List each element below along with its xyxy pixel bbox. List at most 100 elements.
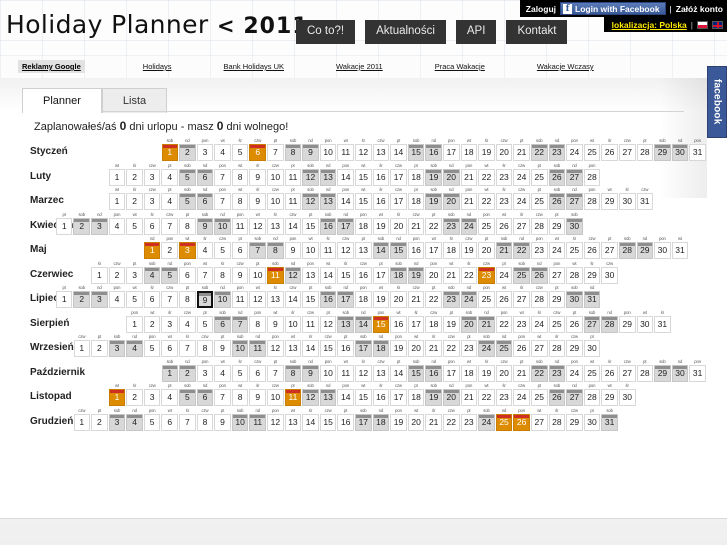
day-number[interactable]: 11 bbox=[284, 389, 302, 406]
day-number[interactable]: 14 bbox=[284, 217, 302, 235]
day-number[interactable]: 7 bbox=[161, 217, 179, 235]
day-cell[interactable]: wt 29 bbox=[601, 187, 619, 210]
day-number[interactable]: 8 bbox=[231, 193, 249, 210]
day-cell[interactable]: sob 12 bbox=[302, 187, 320, 210]
prev-year-arrow[interactable]: < bbox=[217, 14, 235, 38]
nav-co-to[interactable]: Co to?! bbox=[296, 20, 356, 44]
day-number[interactable]: 6 bbox=[249, 364, 267, 382]
day-cell[interactable]: wt 29 bbox=[601, 383, 619, 406]
day-cell[interactable]: czw 8 bbox=[196, 334, 214, 357]
day-cell[interactable]: pon 14 bbox=[337, 187, 355, 210]
day-cell[interactable]: nd 12 bbox=[284, 261, 302, 284]
day-cell[interactable]: pon 21 bbox=[460, 187, 478, 210]
day-number[interactable]: 5 bbox=[196, 315, 214, 333]
day-number[interactable]: 16 bbox=[425, 144, 442, 161]
day-cell[interactable]: wt 11 bbox=[337, 359, 355, 382]
day-number[interactable]: 15 bbox=[407, 364, 425, 382]
day-number[interactable]: 2 bbox=[108, 266, 126, 284]
day-cell[interactable]: pon 21 bbox=[460, 163, 478, 186]
ads-link-wakacje-2011[interactable]: Wakacje 2011 bbox=[336, 62, 383, 71]
day-cell[interactable]: śr 12 bbox=[355, 138, 373, 161]
day-cell[interactable]: pon 2 bbox=[161, 236, 179, 259]
day-cell[interactable]: wt 22 bbox=[478, 383, 496, 406]
day-number[interactable]: 28 bbox=[530, 217, 548, 235]
day-number[interactable]: 12 bbox=[302, 168, 319, 186]
day-cell[interactable]: sob 2 bbox=[73, 285, 91, 308]
day-cell[interactable]: czw 27 bbox=[618, 359, 636, 382]
day-cell[interactable]: nd 9 bbox=[302, 359, 320, 382]
day-number[interactable]: 10 bbox=[284, 315, 302, 333]
day-cell[interactable]: sob 15 bbox=[407, 138, 425, 161]
day-number[interactable]: 29 bbox=[601, 389, 618, 406]
day-cell[interactable]: pt 28 bbox=[636, 138, 654, 161]
day-cell[interactable]: czw 5 bbox=[214, 236, 232, 259]
day-cell[interactable]: wt 6 bbox=[161, 408, 179, 431]
day-cell[interactable]: czw 2 bbox=[108, 261, 126, 284]
day-cell[interactable]: śr 7 bbox=[179, 408, 197, 431]
day-number[interactable]: 2 bbox=[179, 364, 196, 382]
day-cell[interactable]: czw 21 bbox=[407, 212, 425, 235]
day-number[interactable]: 13 bbox=[372, 364, 390, 382]
day-number[interactable]: 20 bbox=[390, 217, 407, 235]
day-number[interactable]: 22 bbox=[478, 389, 495, 406]
day-cell[interactable]: wt 27 bbox=[530, 334, 548, 357]
day-cell[interactable]: pon 17 bbox=[443, 359, 461, 382]
day-cell[interactable]: sob 5 bbox=[179, 187, 197, 210]
day-number[interactable]: 4 bbox=[161, 389, 179, 406]
day-cell[interactable]: śr 3 bbox=[161, 310, 179, 333]
day-cell[interactable]: wt 6 bbox=[161, 334, 179, 357]
day-cell[interactable]: nd 15 bbox=[390, 236, 408, 259]
day-cell[interactable]: pt 11 bbox=[284, 383, 302, 406]
day-number[interactable]: 4 bbox=[143, 266, 161, 284]
day-number[interactable]: 21 bbox=[425, 413, 442, 431]
day-number[interactable]: 28 bbox=[548, 413, 566, 431]
day-number[interactable]: 17 bbox=[355, 340, 372, 357]
day-cell[interactable]: śr 9 bbox=[249, 383, 267, 406]
day-number[interactable]: 29 bbox=[566, 413, 583, 431]
day-cell[interactable]: nd 17 bbox=[337, 212, 355, 235]
day-cell[interactable]: pon 10 bbox=[319, 138, 337, 161]
day-number[interactable]: 21 bbox=[442, 266, 460, 284]
day-cell[interactable]: sob 22 bbox=[530, 359, 548, 382]
day-number[interactable]: 5 bbox=[126, 217, 143, 235]
day-number[interactable]: 16 bbox=[372, 193, 390, 210]
day-number[interactable]: 8 bbox=[179, 217, 196, 235]
day-number[interactable]: 7 bbox=[267, 364, 284, 382]
day-cell[interactable]: nd 27 bbox=[566, 187, 584, 210]
day-number[interactable]: 20 bbox=[495, 364, 513, 382]
day-cell[interactable]: sob 1 bbox=[161, 359, 179, 382]
day-cell[interactable]: pon 18 bbox=[354, 212, 372, 235]
day-number[interactable]: 7 bbox=[231, 315, 249, 333]
day-cell[interactable]: nd 16 bbox=[425, 359, 443, 382]
day-cell[interactable]: sob 20 bbox=[460, 310, 478, 333]
day-cell[interactable]: czw 4 bbox=[179, 310, 197, 333]
day-cell[interactable]: śr 5 bbox=[231, 138, 249, 161]
day-cell[interactable]: pt 16 bbox=[337, 408, 355, 431]
day-cell[interactable]: pt 4 bbox=[161, 163, 179, 186]
day-cell[interactable]: czw 19 bbox=[460, 236, 478, 259]
day-cell[interactable]: pt 14 bbox=[390, 359, 408, 382]
day-number[interactable]: 15 bbox=[355, 168, 372, 186]
day-number[interactable]: 25 bbox=[583, 144, 601, 161]
day-number[interactable]: 14 bbox=[337, 168, 354, 186]
day-number[interactable]: 6 bbox=[196, 168, 214, 186]
day-number[interactable]: 29 bbox=[566, 340, 583, 357]
day-number[interactable]: 28 bbox=[583, 168, 601, 186]
day-cell[interactable]: wt 4 bbox=[214, 138, 232, 161]
day-number[interactable]: 25 bbox=[583, 364, 601, 382]
day-cell[interactable]: śr 16 bbox=[372, 163, 390, 186]
day-cell[interactable]: sob 30 bbox=[566, 285, 584, 308]
day-number[interactable]: 29 bbox=[618, 315, 636, 333]
day-number[interactable]: 22 bbox=[513, 242, 530, 259]
day-number[interactable]: 20 bbox=[442, 168, 460, 186]
day-cell[interactable]: nd 29 bbox=[636, 236, 654, 259]
day-number[interactable]: 8 bbox=[284, 364, 302, 382]
day-number[interactable]: 6 bbox=[249, 144, 267, 161]
day-cell[interactable]: wt 31 bbox=[671, 236, 689, 259]
day-cell[interactable]: sob 9 bbox=[196, 212, 214, 235]
day-cell[interactable]: sob 8 bbox=[284, 138, 302, 161]
day-number[interactable]: 15 bbox=[390, 242, 407, 259]
day-number[interactable]: 19 bbox=[390, 340, 407, 357]
day-number[interactable]: 20 bbox=[407, 340, 425, 357]
day-cell[interactable]: pon 16 bbox=[407, 236, 425, 259]
